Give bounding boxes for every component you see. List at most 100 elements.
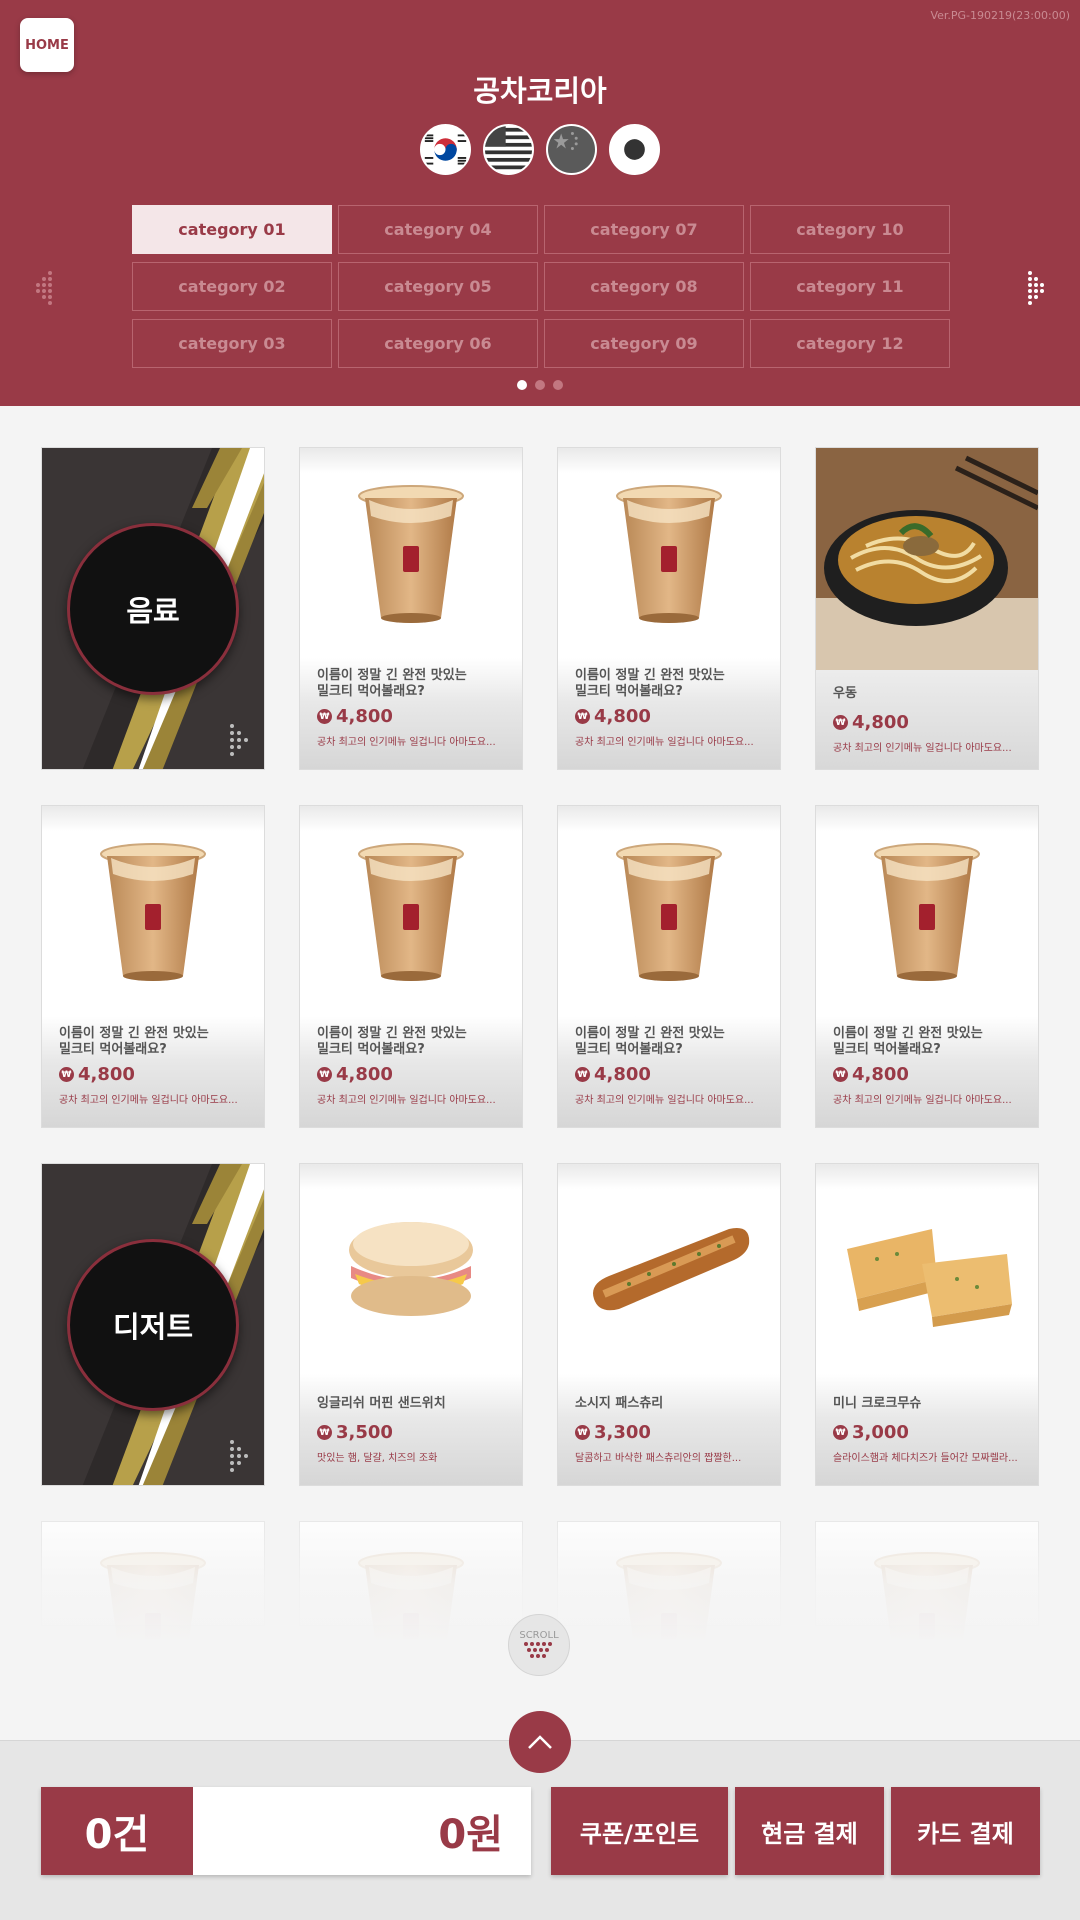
product-card[interactable]: 이름이 정말 긴 완전 맛있는 밀크티 먹어볼래요? ₩4,800 공차 최고의 인…	[815, 805, 1039, 1128]
category-tab[interactable]: category 09	[544, 319, 744, 368]
category-tab[interactable]: category 06	[338, 319, 538, 368]
product-card[interactable]: 미니 크로크무슈 ₩3,000 슬라이스햄과 체다치즈가 들어간 모짜렐라...	[815, 1163, 1039, 1486]
croque-monsieur-icon	[816, 1164, 1038, 1374]
milk-tea-icon	[816, 806, 1038, 1016]
product-info: 잉글리쉬 머핀 샌드위치 ₩3,500 맛있는 햄, 달걀, 치즈의 조화	[300, 1374, 522, 1485]
product-description: 공차 최고의 인기메뉴 일겁니다 아마도요...	[575, 1095, 754, 1106]
card-payment-button[interactable]: 카드 결제	[891, 1787, 1040, 1875]
product-name: 이름이 정말 긴 완전 맛있는 밀크티 먹어볼래요?	[317, 668, 467, 699]
price-value: 4,800	[852, 712, 909, 733]
home-button[interactable]: HOME	[20, 18, 74, 72]
milk-tea-icon	[300, 448, 522, 658]
prev-page-arrow-icon[interactable]	[30, 270, 54, 306]
category-tab[interactable]: category 10	[750, 205, 950, 254]
product-card[interactable]: 우동 ₩4,800 공차 최고의 인기메뉴 일겁니다 아마도요...	[815, 447, 1039, 770]
won-icon: ₩	[833, 715, 848, 730]
won-icon: ₩	[575, 1067, 590, 1082]
product-price: ₩4,800	[575, 706, 763, 727]
product-card[interactable]: 이름이 정말 긴 완전 맛있는 밀크티 먹어볼래요? ₩4,800 공차 최고의 인…	[299, 447, 523, 770]
milk-tea-icon	[558, 806, 780, 1016]
cash-payment-button[interactable]: 현금 결제	[735, 1787, 884, 1875]
product-price: ₩4,800	[833, 1064, 1021, 1085]
milk-tea-icon	[42, 806, 264, 1016]
product-card[interactable]: 소시지 패스츄리 ₩3,300 달콤하고 바삭한 패스츄리안의 짭짤한...	[557, 1163, 781, 1486]
category-tab[interactable]: category 02	[132, 262, 332, 311]
milk-tea-icon	[300, 806, 522, 1016]
product-description: 공차 최고의 인기메뉴 일겁니다 아마도요...	[833, 1095, 1012, 1106]
category-tab[interactable]: category 03	[132, 319, 332, 368]
order-summary: 0건 0원	[41, 1787, 531, 1875]
product-name: 이름이 정말 긴 완전 맛있는 밀크티 먹어볼래요?	[575, 668, 725, 699]
store-title: 공차코리아	[473, 74, 607, 108]
next-page-arrow-icon[interactable]	[1026, 270, 1050, 306]
scroll-down-icon	[524, 1641, 552, 1658]
chevron-up-icon	[528, 1735, 552, 1749]
price-value: 4,800	[78, 1064, 135, 1085]
product-card[interactable]: 잉글리쉬 머핀 샌드위치 ₩3,500 맛있는 햄, 달걀, 치즈의 조화	[299, 1163, 523, 1486]
category-tab[interactable]: category 08	[544, 262, 744, 311]
won-icon: ₩	[59, 1067, 74, 1082]
price-value: 4,800	[852, 1064, 909, 1085]
product-info: 미니 크로크무슈 ₩3,000 슬라이스햄과 체다치즈가 들어간 모짜렐라...	[816, 1374, 1038, 1485]
product-name: 잉글리쉬 머핀 샌드위치	[317, 1396, 446, 1411]
won-icon: ₩	[833, 1067, 848, 1082]
usa-flag-icon[interactable]	[483, 124, 534, 175]
scroll-top-button[interactable]	[509, 1711, 571, 1773]
product-description: 공차 최고의 인기메뉴 일겁니다 아마도요...	[833, 743, 1012, 754]
category-grid: category 01 category 02 category 03 categor…	[132, 205, 950, 369]
product-price: ₩3,000	[833, 1422, 1021, 1443]
product-description: 달콤하고 바삭한 패스츄리안의 짭짤한...	[575, 1453, 742, 1464]
korea-flag-icon[interactable]	[420, 124, 471, 175]
won-icon: ₩	[833, 1425, 848, 1440]
product-name: 이름이 정말 긴 완전 맛있는 밀크티 먹어볼래요?	[59, 1026, 209, 1057]
product-name: 소시지 패스츄리	[575, 1396, 664, 1411]
product-price: ₩4,800	[833, 712, 1021, 733]
dessert-section-banner[interactable]: 디저트	[41, 1163, 265, 1486]
price-value: 3,300	[594, 1422, 651, 1443]
page-dot[interactable]	[553, 380, 563, 390]
version-label: Ver.PG-190219(23:00:00)	[930, 9, 1070, 22]
udon-icon	[816, 448, 1038, 670]
dessert-section-label: 디저트	[67, 1239, 239, 1411]
product-description: 공차 최고의 인기메뉴 일겁니다 아마도요...	[59, 1095, 238, 1106]
product-name: 이름이 정말 긴 완전 맛있는 밀크티 먹어볼래요?	[575, 1026, 725, 1057]
product-description: 맛있는 햄, 달걀, 치즈의 조화	[317, 1453, 438, 1464]
product-card[interactable]: 이름이 정말 긴 완전 맛있는 밀크티 먹어볼래요? ₩4,800 공차 최고의 인…	[557, 447, 781, 770]
page-dot[interactable]	[517, 380, 527, 390]
price-value: 4,800	[594, 1064, 651, 1085]
product-info: 이름이 정말 긴 완전 맛있는 밀크티 먹어볼래요? ₩4,800 공차 최고의 인…	[558, 658, 780, 769]
product-card[interactable]: 이름이 정말 긴 완전 맛있는 밀크티 먹어볼래요? ₩4,800 공차 최고의 인…	[41, 805, 265, 1128]
japan-flag-icon[interactable]	[609, 124, 660, 175]
sausage-pastry-icon	[558, 1164, 780, 1374]
product-card[interactable]: 이름이 정말 긴 완전 맛있는 밀크티 먹어볼래요? ₩4,800 공차 최고의 인…	[557, 805, 781, 1128]
product-description: 공차 최고의 인기메뉴 일겁니다 아마도요...	[317, 737, 496, 748]
won-icon: ₩	[575, 1425, 590, 1440]
category-tab[interactable]: category 04	[338, 205, 538, 254]
category-tab[interactable]: category 11	[750, 262, 950, 311]
scroll-indicator[interactable]: SCROLL	[508, 1614, 570, 1676]
product-description: 공차 최고의 인기메뉴 일겁니다 아마도요...	[317, 1095, 496, 1106]
won-icon: ₩	[317, 709, 332, 724]
price-value: 3,000	[852, 1422, 909, 1443]
total-amount: 0원	[193, 1787, 531, 1875]
price-value: 4,800	[336, 706, 393, 727]
price-value: 4,800	[594, 706, 651, 727]
category-tab[interactable]: category 05	[338, 262, 538, 311]
category-tab[interactable]: category 12	[750, 319, 950, 368]
page-dot[interactable]	[535, 380, 545, 390]
product-card[interactable]: 이름이 정말 긴 완전 맛있는 밀크티 먹어볼래요? ₩4,800 공차 최고의 인…	[299, 805, 523, 1128]
drinks-section-banner[interactable]: 음료	[41, 447, 265, 770]
price-value: 4,800	[336, 1064, 393, 1085]
china-flag-icon[interactable]	[546, 124, 597, 175]
product-name: 이름이 정말 긴 완전 맛있는 밀크티 먹어볼래요?	[317, 1026, 467, 1057]
muffin-sandwich-icon	[300, 1164, 522, 1374]
product-info: 이름이 정말 긴 완전 맛있는 밀크티 먹어볼래요? ₩4,800 공차 최고의 인…	[558, 1016, 780, 1127]
item-count: 0건	[41, 1787, 193, 1875]
category-tab[interactable]: category 01	[132, 205, 332, 254]
won-icon: ₩	[317, 1425, 332, 1440]
coupon-point-button[interactable]: 쿠폰/포인트	[551, 1787, 728, 1875]
won-icon: ₩	[317, 1067, 332, 1082]
product-price: ₩4,800	[575, 1064, 763, 1085]
product-info: 이름이 정말 긴 완전 맛있는 밀크티 먹어볼래요? ₩4,800 공차 최고의 인…	[300, 1016, 522, 1127]
category-tab[interactable]: category 07	[544, 205, 744, 254]
